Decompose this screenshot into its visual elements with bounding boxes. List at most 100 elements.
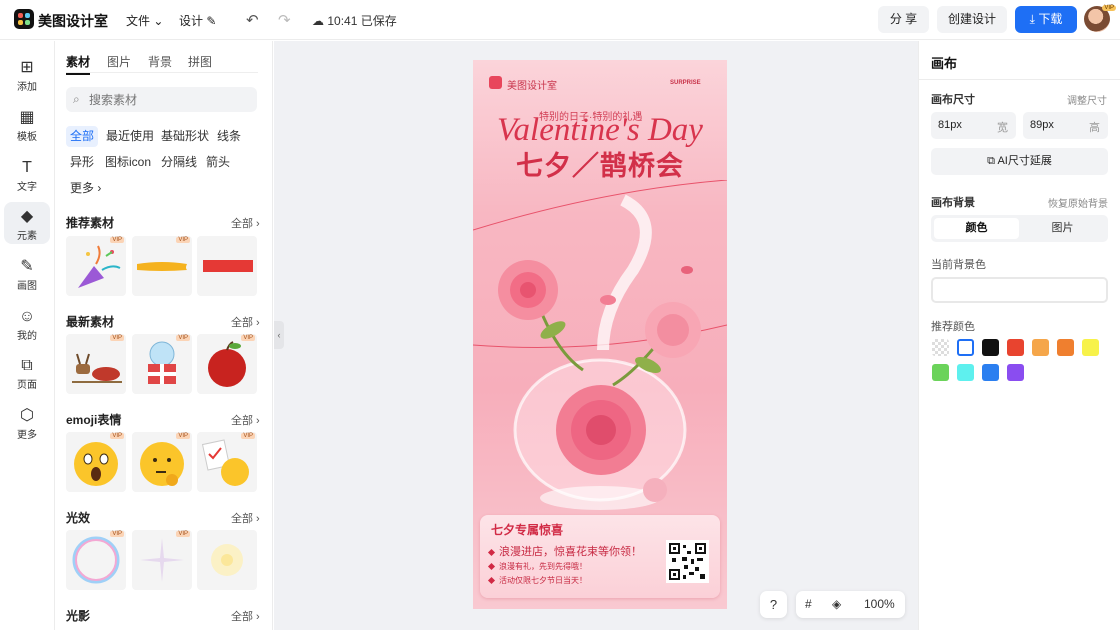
restore-bg-link[interactable]: 恢复原始背景	[1048, 195, 1108, 210]
asset-thumb[interactable]: VIP	[66, 236, 126, 296]
swatch-purple[interactable]	[1007, 364, 1024, 381]
asset-thumb[interactable]: VIP	[66, 334, 126, 394]
width-field[interactable]: 81px 宽	[931, 112, 1016, 139]
current-color-field[interactable]	[931, 277, 1108, 303]
poster-canvas[interactable]: 美图设计室 SURPRISE 特别的日子·特别的礼遇 Valentine's D…	[473, 60, 727, 609]
redo-icon[interactable]: ↷	[278, 11, 291, 29]
nav-label: 文字	[17, 182, 37, 193]
search-box[interactable]: ⌕	[66, 87, 257, 112]
nav-text[interactable]: T 文字	[4, 153, 50, 195]
height-value[interactable]: 89px	[1030, 119, 1054, 131]
height-field[interactable]: 89px 高	[1023, 112, 1108, 139]
canvas-bg-label: 画布背景	[931, 197, 975, 209]
vip-badge: VIP	[110, 433, 124, 439]
swatch-orange[interactable]	[1057, 339, 1074, 356]
promo-line: 浪漫有礼，先到先得哦！	[487, 561, 587, 572]
layers-icon[interactable]: ◈	[832, 597, 841, 611]
asset-thumb[interactable]	[197, 236, 257, 296]
template-icon: ▦	[19, 109, 35, 126]
vip-badge: VIP	[176, 531, 190, 537]
chip-lines[interactable]: 线条	[213, 126, 245, 147]
create-design-button[interactable]: 创建设计	[937, 6, 1007, 33]
file-menu[interactable]: 文件 ⌄	[126, 12, 163, 29]
swatch-green[interactable]	[932, 364, 949, 381]
text-icon: T	[22, 159, 32, 176]
asset-thumb[interactable]: VIP	[132, 432, 192, 492]
plus-square-icon: ⊞	[20, 59, 34, 76]
asset-thumb[interactable]: VIP	[197, 432, 257, 492]
nav-elements[interactable]: ◆ 元素	[4, 202, 50, 244]
ai-resize-icon: ⧉	[987, 155, 995, 167]
share-button[interactable]: 分 享	[878, 6, 929, 33]
asset-thumb[interactable]: VIP	[132, 236, 192, 296]
edit-icon: ✎	[206, 14, 217, 28]
chip-basic-shapes[interactable]: 基础形状	[157, 126, 213, 147]
chip-icons[interactable]: 图标icon	[101, 152, 155, 173]
tab-collage[interactable]: 拼图	[188, 53, 212, 70]
tab-images[interactable]: 图片	[107, 53, 131, 70]
nav-template[interactable]: ▦ 模板	[4, 103, 50, 145]
asset-thumb[interactable]: VIP	[66, 530, 126, 590]
search-input[interactable]	[89, 87, 249, 112]
download-button[interactable]: ⤓ 下载	[1015, 6, 1077, 33]
swatch-cyan[interactable]	[957, 364, 974, 381]
diamond-bullet-icon	[487, 548, 496, 556]
recommended-colors-label: 推荐颜色	[931, 321, 975, 333]
section-see-all[interactable]: 全部 ›	[231, 510, 260, 526]
bg-tab-color[interactable]: 颜色	[934, 218, 1019, 239]
chip-irregular[interactable]: 异形	[66, 152, 98, 173]
nav-draw[interactable]: ✎ 画图	[4, 252, 50, 294]
diamond-bullet-icon	[487, 577, 496, 585]
section-see-all[interactable]: 全部 ›	[231, 314, 260, 330]
chip-dividers[interactable]: 分隔线	[157, 152, 201, 173]
tab-materials[interactable]: 素材	[66, 53, 91, 75]
ai-extend-button[interactable]: ⧉ AI尺寸延展	[931, 148, 1108, 175]
poster-title-cn: 七夕／鹊桥会	[516, 151, 684, 181]
avatar[interactable]: VIP	[1084, 5, 1116, 32]
grid-icon[interactable]: #	[805, 597, 812, 611]
swatch-yellow[interactable]	[1082, 339, 1099, 356]
swatch-blue[interactable]	[982, 364, 999, 381]
design-menu[interactable]: 设计 ✎	[179, 12, 216, 29]
nav-mine[interactable]: ☺ 我的	[4, 302, 50, 344]
help-button[interactable]: ?	[760, 591, 787, 618]
swatch-transparent[interactable]	[932, 339, 949, 356]
swatch-black[interactable]	[982, 339, 999, 356]
nav-page[interactable]: ⧉ 页面	[4, 351, 50, 393]
bg-tab-image[interactable]: 图片	[1020, 218, 1105, 239]
canvas-area[interactable]: ‹ 美图设计室 SURPRISE 特别的日子·特别的礼遇 Valentine's…	[274, 41, 918, 630]
asset-thumb[interactable]: VIP	[66, 432, 126, 492]
nav-more[interactable]: ⬡ 更多	[4, 401, 50, 443]
section-see-all[interactable]: 全部 ›	[231, 412, 260, 428]
divider	[919, 79, 1120, 80]
swatch-light-orange[interactable]	[1032, 339, 1049, 356]
asset-thumb[interactable]: VIP	[132, 530, 192, 590]
app-logo-icon[interactable]	[14, 9, 34, 29]
swatch-red[interactable]	[1007, 339, 1024, 356]
chip-recent[interactable]: 最近使用	[102, 126, 158, 147]
tab-backgrounds[interactable]: 背景	[148, 53, 172, 70]
section-see-all[interactable]: 全部 ›	[231, 215, 260, 231]
swatch-white[interactable]	[957, 339, 974, 356]
poster-surprise: SURPRISE	[670, 80, 701, 86]
nav-add[interactable]: ⊞ 添加	[4, 53, 50, 95]
app-brand[interactable]: 美图设计室	[38, 11, 108, 31]
shapes-icon: ◆	[20, 208, 34, 225]
resize-link[interactable]: 调整尺寸	[1067, 92, 1107, 107]
collapse-panel-icon[interactable]: ‹	[274, 321, 284, 349]
chip-arrows[interactable]: 箭头	[202, 152, 234, 173]
chip-more[interactable]: 更多 ›	[66, 178, 105, 199]
width-value[interactable]: 81px	[938, 119, 962, 131]
promo-card: 七夕专属惊喜 浪漫进店，惊喜花束等你领！ 浪漫有礼，先到先得哦！ 活动仅限七夕节…	[480, 515, 720, 598]
chip-all[interactable]: 全部	[66, 126, 99, 147]
see-all-label: 全部	[231, 317, 253, 329]
undo-icon[interactable]: ↶	[246, 11, 259, 29]
section-see-all[interactable]: 全部 ›	[231, 608, 260, 624]
asset-thumb[interactable]: VIP	[197, 334, 257, 394]
section-title: 光效	[66, 511, 91, 525]
canvas-size-label: 画布尺寸	[931, 94, 975, 106]
asset-thumb[interactable]: VIP	[132, 334, 192, 394]
vip-badge: VIP	[176, 237, 190, 243]
zoom-level[interactable]: 100%	[864, 597, 895, 611]
asset-thumb[interactable]	[197, 530, 257, 590]
